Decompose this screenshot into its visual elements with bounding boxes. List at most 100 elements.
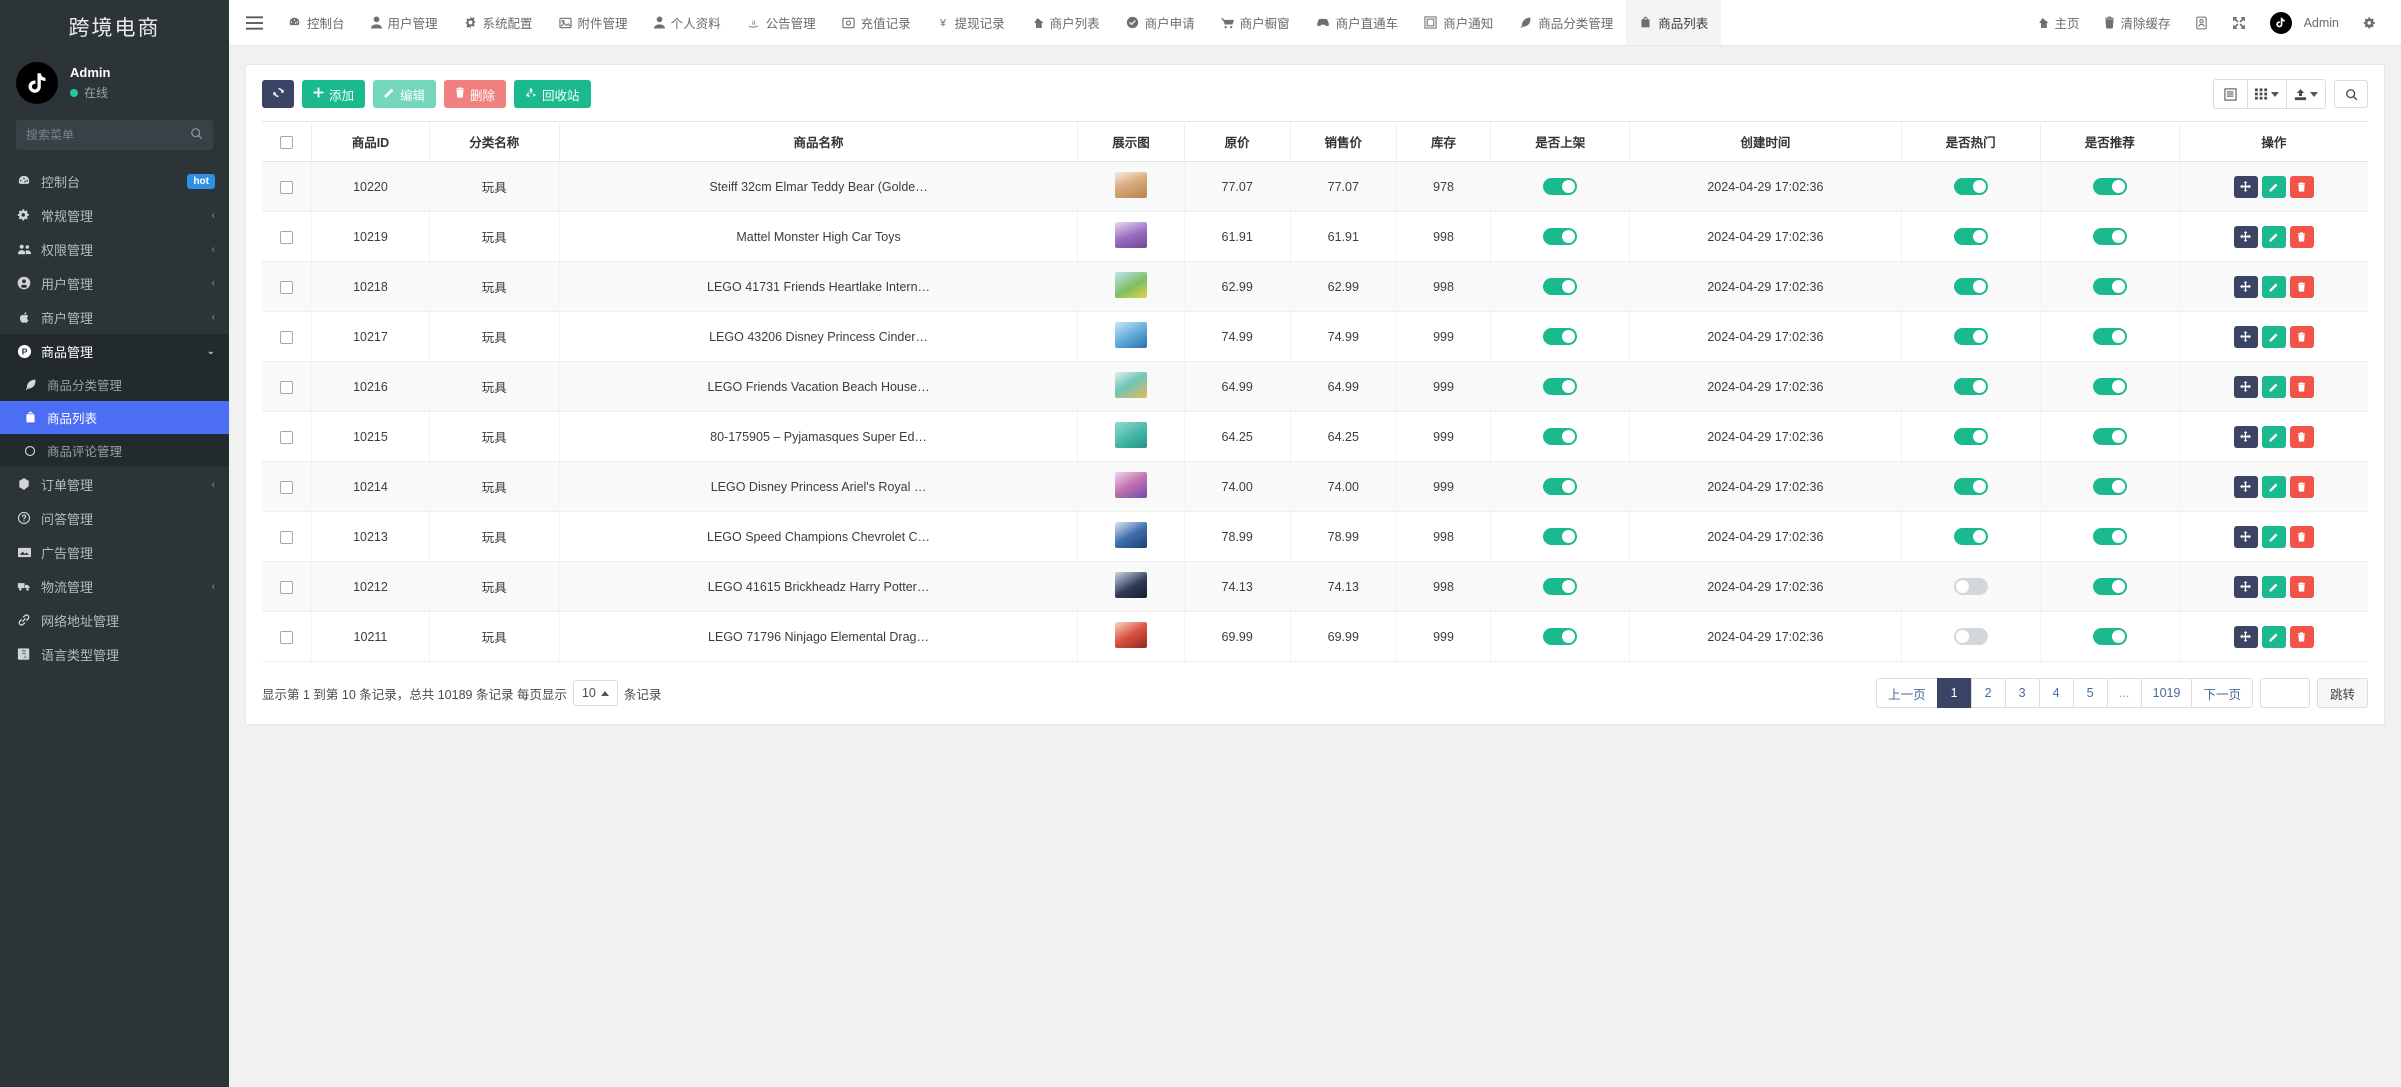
tab-merchant-showcase[interactable]: 商户橱窗 bbox=[1208, 0, 1303, 45]
tab-dashboard[interactable]: 控制台 bbox=[275, 0, 358, 45]
trash-icon[interactable] bbox=[2290, 326, 2314, 348]
tab-merchant-list[interactable]: 商户列表 bbox=[1018, 0, 1113, 45]
sidebar-item-logistics[interactable]: 物流管理 ‹ bbox=[0, 569, 229, 603]
tab-withdraw-records[interactable]: ¥ 提现记录 bbox=[924, 0, 1018, 45]
sidebar-item-permissions[interactable]: 权限管理 ‹ bbox=[0, 232, 229, 266]
sidebar-search[interactable] bbox=[16, 120, 213, 150]
row-checkbox[interactable] bbox=[280, 531, 293, 544]
add-button[interactable]: 添加 bbox=[302, 80, 365, 108]
sidebar-item-dashboard[interactable]: 控制台 hot bbox=[0, 164, 229, 198]
list-view-icon[interactable] bbox=[2214, 80, 2248, 108]
table-row[interactable]: 10214玩具LEGO Disney Princess Ariel's Roya… bbox=[262, 462, 2368, 512]
on-shelf-toggle[interactable] bbox=[1543, 378, 1577, 395]
is-hot-toggle[interactable] bbox=[1954, 328, 1988, 345]
move-icon[interactable] bbox=[2234, 576, 2258, 598]
page-button-1019[interactable]: 1019 bbox=[2141, 678, 2192, 708]
tab-merchant-application[interactable]: 商户申请 bbox=[1113, 0, 1208, 45]
is-hot-toggle[interactable] bbox=[1954, 628, 1988, 645]
trash-icon[interactable] bbox=[2290, 526, 2314, 548]
on-shelf-toggle[interactable] bbox=[1543, 478, 1577, 495]
jump-button[interactable]: 跳转 bbox=[2317, 678, 2368, 708]
move-icon[interactable] bbox=[2234, 526, 2258, 548]
move-icon[interactable] bbox=[2234, 626, 2258, 648]
col-sale-price[interactable]: 销售价 bbox=[1290, 122, 1396, 162]
pencil-icon[interactable] bbox=[2262, 276, 2286, 298]
sidebar-item-merchants[interactable]: 商户管理 ‹ bbox=[0, 300, 229, 334]
page-button-4[interactable]: 4 bbox=[2039, 678, 2073, 708]
col-product-id[interactable]: 商品ID bbox=[312, 122, 430, 162]
is-hot-toggle[interactable] bbox=[1954, 278, 1988, 295]
is-hot-toggle[interactable] bbox=[1954, 578, 1988, 595]
prev-page-button[interactable]: 上一页 bbox=[1876, 678, 1937, 708]
move-icon[interactable] bbox=[2234, 176, 2258, 198]
tab-system-config[interactable]: 系统配置 bbox=[451, 0, 546, 45]
table-row[interactable]: 10216玩具LEGO Friends Vacation Beach House… bbox=[262, 362, 2368, 412]
pencil-icon[interactable] bbox=[2262, 576, 2286, 598]
trash-icon[interactable] bbox=[2290, 426, 2314, 448]
trash-icon[interactable] bbox=[2290, 476, 2314, 498]
col-product-name[interactable]: 商品名称 bbox=[559, 122, 1078, 162]
table-row[interactable]: 10217玩具LEGO 43206 Disney Princess Cinder… bbox=[262, 312, 2368, 362]
sidebar-item-language-types[interactable]: 文A 语言类型管理 bbox=[0, 637, 229, 671]
pencil-icon[interactable] bbox=[2262, 326, 2286, 348]
edit-button[interactable]: 编辑 bbox=[373, 80, 436, 108]
move-icon[interactable] bbox=[2234, 326, 2258, 348]
row-checkbox[interactable] bbox=[280, 581, 293, 594]
is-recommended-toggle[interactable] bbox=[2093, 628, 2127, 645]
page-size-selector[interactable]: 10 bbox=[573, 680, 618, 706]
page-button-1[interactable]: 1 bbox=[1937, 678, 1971, 708]
tab-profile[interactable]: 个人资料 bbox=[641, 0, 734, 45]
table-row[interactable]: 10211玩具LEGO 71796 Ninjago Elemental Drag… bbox=[262, 612, 2368, 662]
tab-merchant-express[interactable]: 商户直通车 bbox=[1303, 0, 1412, 45]
refresh-button[interactable] bbox=[262, 80, 294, 108]
trash-icon[interactable] bbox=[2290, 276, 2314, 298]
tab-recharge-records[interactable]: 充值记录 bbox=[829, 0, 924, 45]
table-row[interactable]: 10213玩具LEGO Speed Champions Chevrolet C…… bbox=[262, 512, 2368, 562]
is-recommended-toggle[interactable] bbox=[2093, 428, 2127, 445]
row-checkbox[interactable] bbox=[280, 481, 293, 494]
row-checkbox[interactable] bbox=[280, 181, 293, 194]
table-row[interactable]: 10219玩具Mattel Monster High Car Toys61.91… bbox=[262, 212, 2368, 262]
page-button-2[interactable]: 2 bbox=[1971, 678, 2005, 708]
move-icon[interactable] bbox=[2234, 376, 2258, 398]
on-shelf-toggle[interactable] bbox=[1543, 278, 1577, 295]
on-shelf-toggle[interactable] bbox=[1543, 528, 1577, 545]
is-recommended-toggle[interactable] bbox=[2093, 578, 2127, 595]
col-is-hot[interactable]: 是否热门 bbox=[1901, 122, 2040, 162]
next-page-button[interactable]: 下一页 bbox=[2191, 678, 2253, 708]
pencil-icon[interactable] bbox=[2262, 526, 2286, 548]
on-shelf-toggle[interactable] bbox=[1543, 628, 1577, 645]
search-input[interactable] bbox=[26, 128, 190, 142]
home-button[interactable]: 主页 bbox=[2024, 0, 2092, 45]
move-icon[interactable] bbox=[2234, 276, 2258, 298]
export-icon[interactable] bbox=[2287, 80, 2325, 108]
product-thumbnail[interactable] bbox=[1115, 322, 1147, 348]
table-row[interactable]: 10215玩具80-175905 – Pyjamasques Super Ed…… bbox=[262, 412, 2368, 462]
is-recommended-toggle[interactable] bbox=[2093, 178, 2127, 195]
col-thumbnail[interactable]: 展示图 bbox=[1078, 122, 1184, 162]
product-thumbnail[interactable] bbox=[1115, 572, 1147, 598]
page-button-5[interactable]: 5 bbox=[2073, 678, 2107, 708]
trash-icon[interactable] bbox=[2290, 376, 2314, 398]
pencil-icon[interactable] bbox=[2262, 226, 2286, 248]
is-hot-toggle[interactable] bbox=[1954, 178, 1988, 195]
sidebar-item-network-address[interactable]: 网络地址管理 bbox=[0, 603, 229, 637]
is-hot-toggle[interactable] bbox=[1954, 528, 1988, 545]
row-checkbox[interactable] bbox=[280, 331, 293, 344]
is-hot-toggle[interactable] bbox=[1954, 228, 1988, 245]
jump-page-input[interactable] bbox=[2260, 678, 2310, 708]
row-checkbox[interactable] bbox=[280, 431, 293, 444]
on-shelf-toggle[interactable] bbox=[1543, 328, 1577, 345]
row-checkbox[interactable] bbox=[280, 631, 293, 644]
is-hot-toggle[interactable] bbox=[1954, 478, 1988, 495]
product-thumbnail[interactable] bbox=[1115, 622, 1147, 648]
row-checkbox[interactable] bbox=[280, 381, 293, 394]
sidebar-item-users[interactable]: 用户管理 ‹ bbox=[0, 266, 229, 300]
product-thumbnail[interactable] bbox=[1115, 172, 1147, 198]
sidebar-item-product-comments[interactable]: 商品评论管理 bbox=[0, 434, 229, 467]
hamburger-icon[interactable] bbox=[233, 0, 275, 45]
move-icon[interactable] bbox=[2234, 426, 2258, 448]
search-button[interactable] bbox=[2334, 80, 2368, 108]
trash-icon[interactable] bbox=[2290, 226, 2314, 248]
clear-cache-button[interactable]: 清除缓存 bbox=[2092, 0, 2183, 45]
